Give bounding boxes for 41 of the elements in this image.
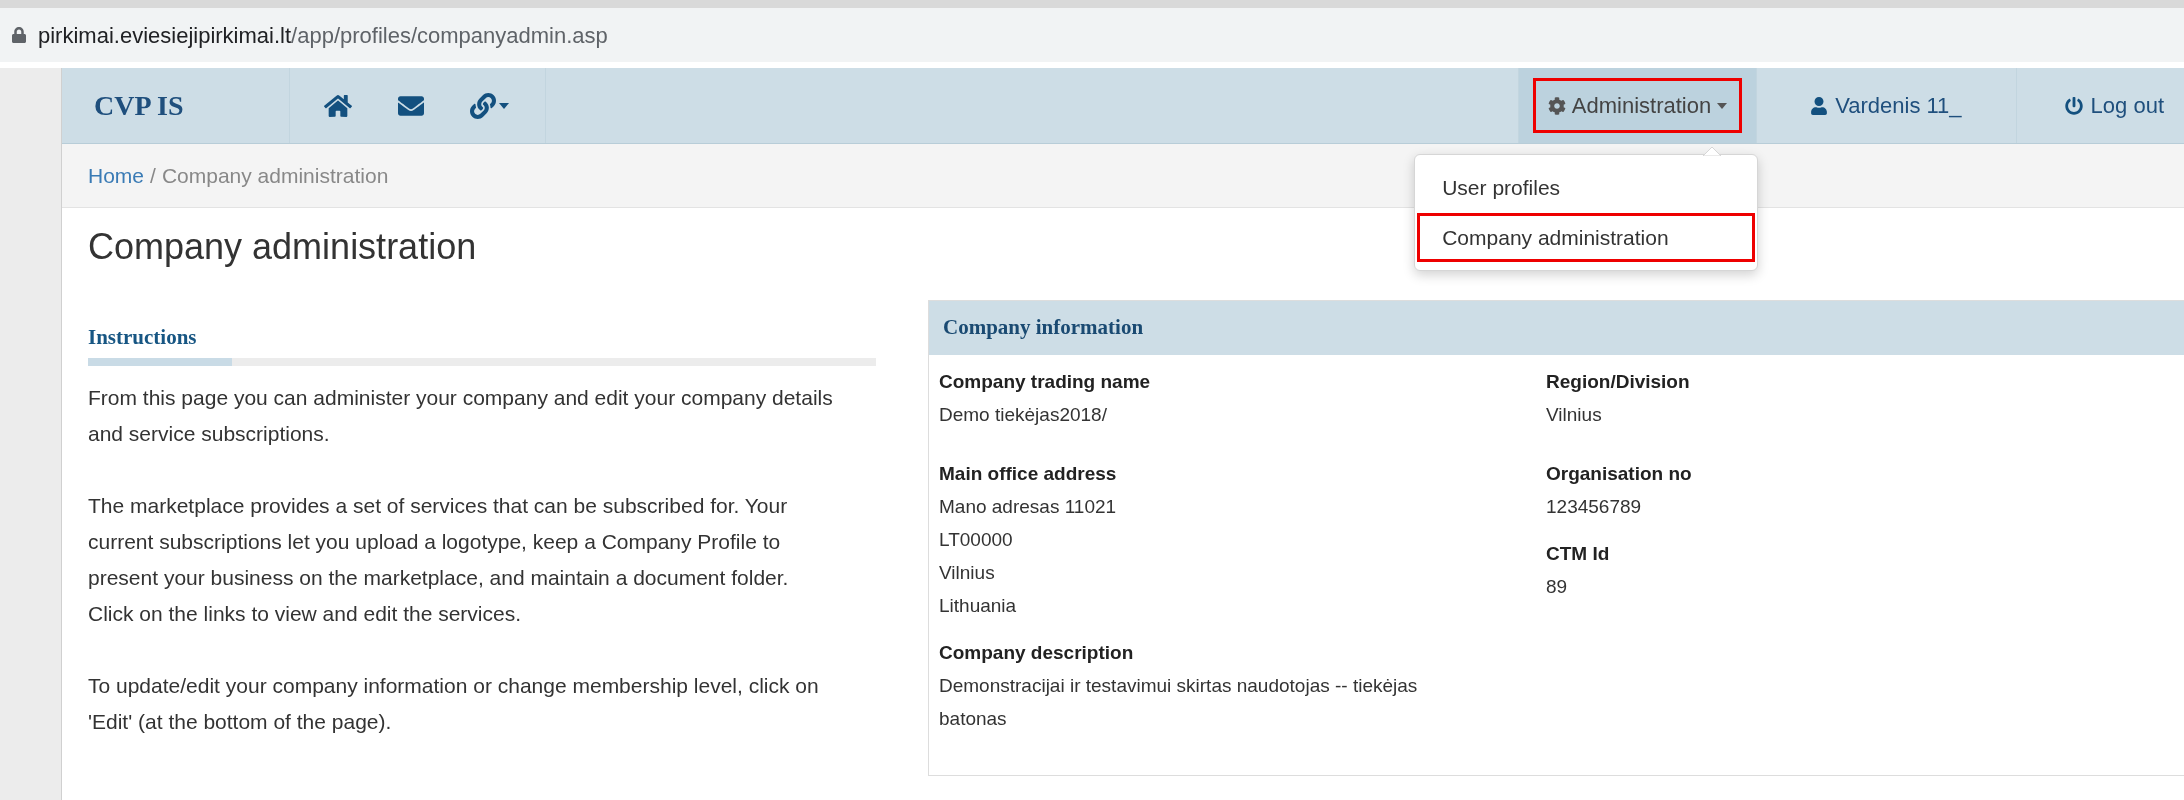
field-value: Lithuania <box>939 594 1018 618</box>
field-label: Company description <box>939 641 1135 665</box>
power-icon <box>2064 96 2083 115</box>
administration-menu[interactable]: Administration <box>1532 78 1743 133</box>
logout-button[interactable]: Log out <box>2064 89 2164 122</box>
brand-logo[interactable]: CVP IS <box>94 84 184 127</box>
home-icon[interactable] <box>324 92 352 119</box>
dropdown-item[interactable]: User profiles <box>1417 163 1756 213</box>
gear-icon <box>1547 96 1566 115</box>
chain-icon <box>470 92 496 119</box>
user-menu[interactable]: Vardenis 11_ <box>1811 89 1962 122</box>
field-value: Demo tiekėjas2018/ <box>939 403 1108 427</box>
section-heading: Instructions <box>88 324 198 351</box>
field-label: Main office address <box>939 462 1118 486</box>
field-value: Vilnius <box>939 561 996 585</box>
breadcrumb-link[interactable]: Home <box>88 159 145 192</box>
field-value: Mano adresas 11021 <box>939 495 1118 519</box>
caret-icon <box>1717 102 1728 109</box>
field-label: Region/Division <box>1546 370 1691 394</box>
lock-icon <box>12 27 26 43</box>
field-value: 89 <box>1546 575 1569 599</box>
field-value: batonas <box>939 707 1008 731</box>
instruction-paragraph: The marketplace provides a set of services that can be subscribed for. Your current subscriptions let you upload a logotype, keep a Company Profile to present your business on the marketplace, and maintain a document folder. Click on the links to view and edit the services. <box>88 492 790 627</box>
field-label: Organisation no <box>1546 462 1692 486</box>
panel-header: Company information <box>929 301 2184 355</box>
breadcrumb-current: Company administration <box>161 162 389 189</box>
user-icon <box>1811 96 1828 115</box>
field-value: Demonstracijai ir testavimui skirtas naudotojas -- tiekėjas <box>939 674 1419 698</box>
page-title: Company administration <box>88 226 477 267</box>
breadcrumb-separator: / <box>150 162 156 189</box>
instruction-paragraph: From this page you can administer your company and edit your company details and service subscriptions. <box>88 384 834 447</box>
instruction-paragraph: To update/edit your company information or change membership level, click on 'Edit' (at the bottom of the page). <box>88 672 820 735</box>
url-text[interactable]: pirkimai.eviesiejipirkimai.lt/app/profiles/companyadmin.asp <box>38 18 608 52</box>
field-value: LT00000 <box>939 528 1014 552</box>
field-value: Vilnius <box>1546 403 1603 427</box>
links-menu-button[interactable] <box>470 92 509 119</box>
caret-icon <box>499 102 509 109</box>
field-label: CTM Id <box>1546 542 1611 566</box>
field-label: Company trading name <box>939 370 1152 394</box>
field-value: 123456789 <box>1546 495 1643 519</box>
dropdown-item[interactable]: Company administration <box>1417 212 1756 262</box>
